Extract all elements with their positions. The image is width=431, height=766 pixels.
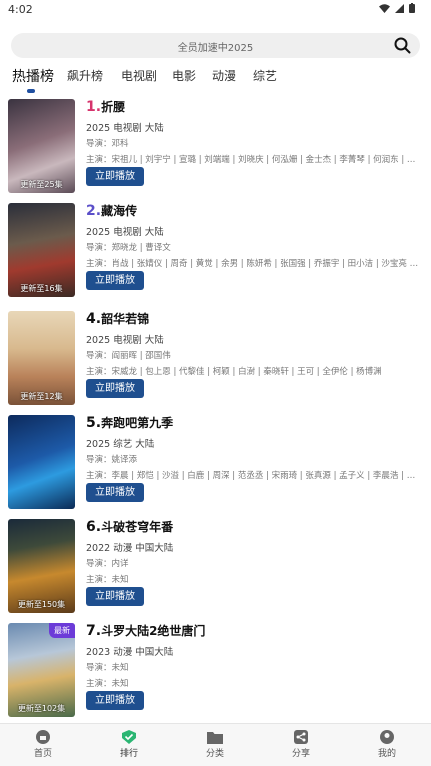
episode-label: 更新至25集	[20, 180, 63, 189]
poster-image[interactable]: 更新至25集	[8, 99, 75, 193]
nav-profile[interactable]: 我的	[357, 730, 417, 759]
item-title[interactable]: 4.韶华若锦	[86, 311, 420, 327]
search-icon[interactable]	[394, 37, 411, 54]
item-name: 斗罗大陆2绝世唐门	[101, 624, 206, 638]
play-button[interactable]: 立即播放	[86, 379, 144, 398]
list-item[interactable]: 更新至25集 1.折腰 2025 电视剧 大陆 导演：邓科 主演：宋祖儿 | 刘…	[8, 99, 423, 195]
item-title[interactable]: 1.折腰	[86, 99, 420, 115]
item-name: 藏海传	[101, 204, 138, 218]
item-director: 导演：内详	[86, 559, 129, 569]
bottom-navigation: 首页 排行 分类 分享 我的	[0, 723, 431, 766]
item-meta: 2023 动漫 中国大陆	[86, 647, 174, 658]
item-title[interactable]: 6.斗破苍穹年番	[86, 519, 420, 535]
poster-image[interactable]: 更新至16集	[8, 203, 75, 297]
list-item[interactable]: 更新至16集 2.藏海传 2025 电视剧 大陆 导演：郑晓龙 | 曹译文 主演…	[8, 203, 423, 299]
nav-home-label: 首页	[33, 749, 52, 759]
list-item[interactable]: 最新 更新至102集 7.斗罗大陆2绝世唐门 2023 动漫 中国大陆 导演：未…	[8, 623, 423, 719]
list-item[interactable]: 更新至150集 6.斗破苍穹年番 2022 动漫 中国大陆 导演：内详 主演：未…	[8, 519, 423, 615]
nav-ranking[interactable]: 排行	[99, 730, 159, 759]
nav-share[interactable]: 分享	[271, 730, 331, 759]
item-name: 折腰	[101, 100, 126, 114]
item-meta: 2025 综艺 大陆	[86, 439, 155, 450]
item-meta: 2025 电视剧 大陆	[86, 227, 164, 238]
tab-movie[interactable]: 电影	[172, 67, 196, 84]
poster-image[interactable]: 最新 更新至102集	[8, 623, 75, 717]
home-icon	[36, 730, 50, 744]
profile-icon	[380, 730, 394, 744]
episode-label: 更新至102集	[17, 704, 66, 713]
nav-category-label: 分类	[205, 749, 224, 759]
item-cast: 主演：宋祖儿 | 刘宇宁 | 宣璐 | 刘端端 | 刘晓庆 | 何泓姗 | 金士…	[86, 155, 420, 165]
wifi-icon	[379, 3, 390, 13]
poster-image[interactable]: 更新至150集	[8, 519, 75, 613]
status-bar: 4:02	[0, 0, 431, 20]
item-director: 导演：姚译添	[86, 455, 138, 465]
active-tab-indicator	[27, 89, 35, 93]
item-title[interactable]: 7.斗罗大陆2绝世唐门	[86, 623, 420, 639]
poster-image[interactable]: 更新至12集	[8, 311, 75, 405]
share-icon	[294, 730, 308, 744]
search-placeholder: 全员加速中2025	[177, 43, 254, 54]
item-title[interactable]: 2.藏海传	[86, 203, 420, 219]
item-cast: 主演：李晨 | 郑恺 | 沙溢 | 白鹿 | 周深 | 范丞丞 | 宋雨琦 | …	[86, 471, 420, 481]
item-meta: 2022 动漫 中国大陆	[86, 543, 174, 554]
item-name: 斗破苍穹年番	[101, 520, 174, 534]
tab-tv[interactable]: 电视剧	[121, 67, 157, 84]
signal-icon	[395, 3, 404, 13]
status-time: 4:02	[8, 3, 33, 16]
ranking-icon	[122, 730, 136, 744]
rank-number: 7.	[86, 623, 102, 639]
battery-icon	[409, 3, 415, 13]
item-director: 导演：邓科	[86, 139, 129, 149]
rank-number: 6.	[86, 519, 102, 535]
tab-anime[interactable]: 动漫	[212, 67, 236, 84]
item-meta: 2025 电视剧 大陆	[86, 335, 164, 346]
folder-icon	[207, 732, 223, 744]
poster-image[interactable]	[8, 415, 75, 509]
status-icons	[379, 3, 415, 13]
tab-variety[interactable]: 综艺	[253, 67, 277, 84]
play-button[interactable]: 立即播放	[86, 587, 144, 606]
play-button[interactable]: 立即播放	[86, 271, 144, 290]
rank-number: 5.	[86, 415, 102, 431]
search-bar[interactable]: 全员加速中2025	[11, 33, 420, 58]
list-item[interactable]: 更新至12集 4.韶华若锦 2025 电视剧 大陆 导演：阎丽晖 | 邵国伟 主…	[8, 311, 423, 407]
rank-number: 2.	[86, 203, 102, 219]
episode-label: 更新至150集	[17, 600, 66, 609]
item-name: 奔跑吧第九季	[101, 416, 174, 430]
item-director: 导演：阎丽晖 | 邵国伟	[86, 351, 171, 361]
item-director: 导演：未知	[86, 663, 129, 673]
play-button[interactable]: 立即播放	[86, 167, 144, 186]
tab-hot[interactable]: 热播榜	[12, 66, 54, 86]
item-cast: 主演：未知	[86, 575, 129, 585]
episode-label: 更新至16集	[20, 284, 63, 293]
item-meta: 2025 电视剧 大陆	[86, 123, 164, 134]
nav-profile-label: 我的	[377, 749, 396, 759]
nav-share-label: 分享	[291, 749, 310, 759]
item-cast: 主演：宋威龙 | 包上恩 | 代黎佳 | 柯颖 | 白澍 | 秦晓轩 | 王可 …	[86, 367, 382, 377]
item-cast: 主演：肖战 | 张婧仪 | 周奇 | 黄觉 | 余男 | 陈妍希 | 张国强 |…	[86, 259, 420, 269]
episode-label: 更新至12集	[20, 392, 63, 401]
item-title[interactable]: 5.奔跑吧第九季	[86, 415, 420, 431]
nav-category[interactable]: 分类	[185, 730, 245, 759]
play-button[interactable]: 立即播放	[86, 483, 144, 502]
play-button[interactable]: 立即播放	[86, 691, 144, 710]
new-badge: 最新	[49, 623, 75, 638]
item-name: 韶华若锦	[101, 312, 150, 326]
tab-rising[interactable]: 飙升榜	[67, 67, 103, 84]
nav-ranking-label: 排行	[119, 749, 138, 759]
rank-number: 1.	[86, 99, 102, 115]
nav-home[interactable]: 首页	[13, 730, 73, 759]
list-item[interactable]: 5.奔跑吧第九季 2025 综艺 大陆 导演：姚译添 主演：李晨 | 郑恺 | …	[8, 415, 423, 511]
item-director: 导演：郑晓龙 | 曹译文	[86, 243, 171, 253]
rank-number: 4.	[86, 311, 102, 327]
item-cast: 主演：未知	[86, 679, 129, 689]
